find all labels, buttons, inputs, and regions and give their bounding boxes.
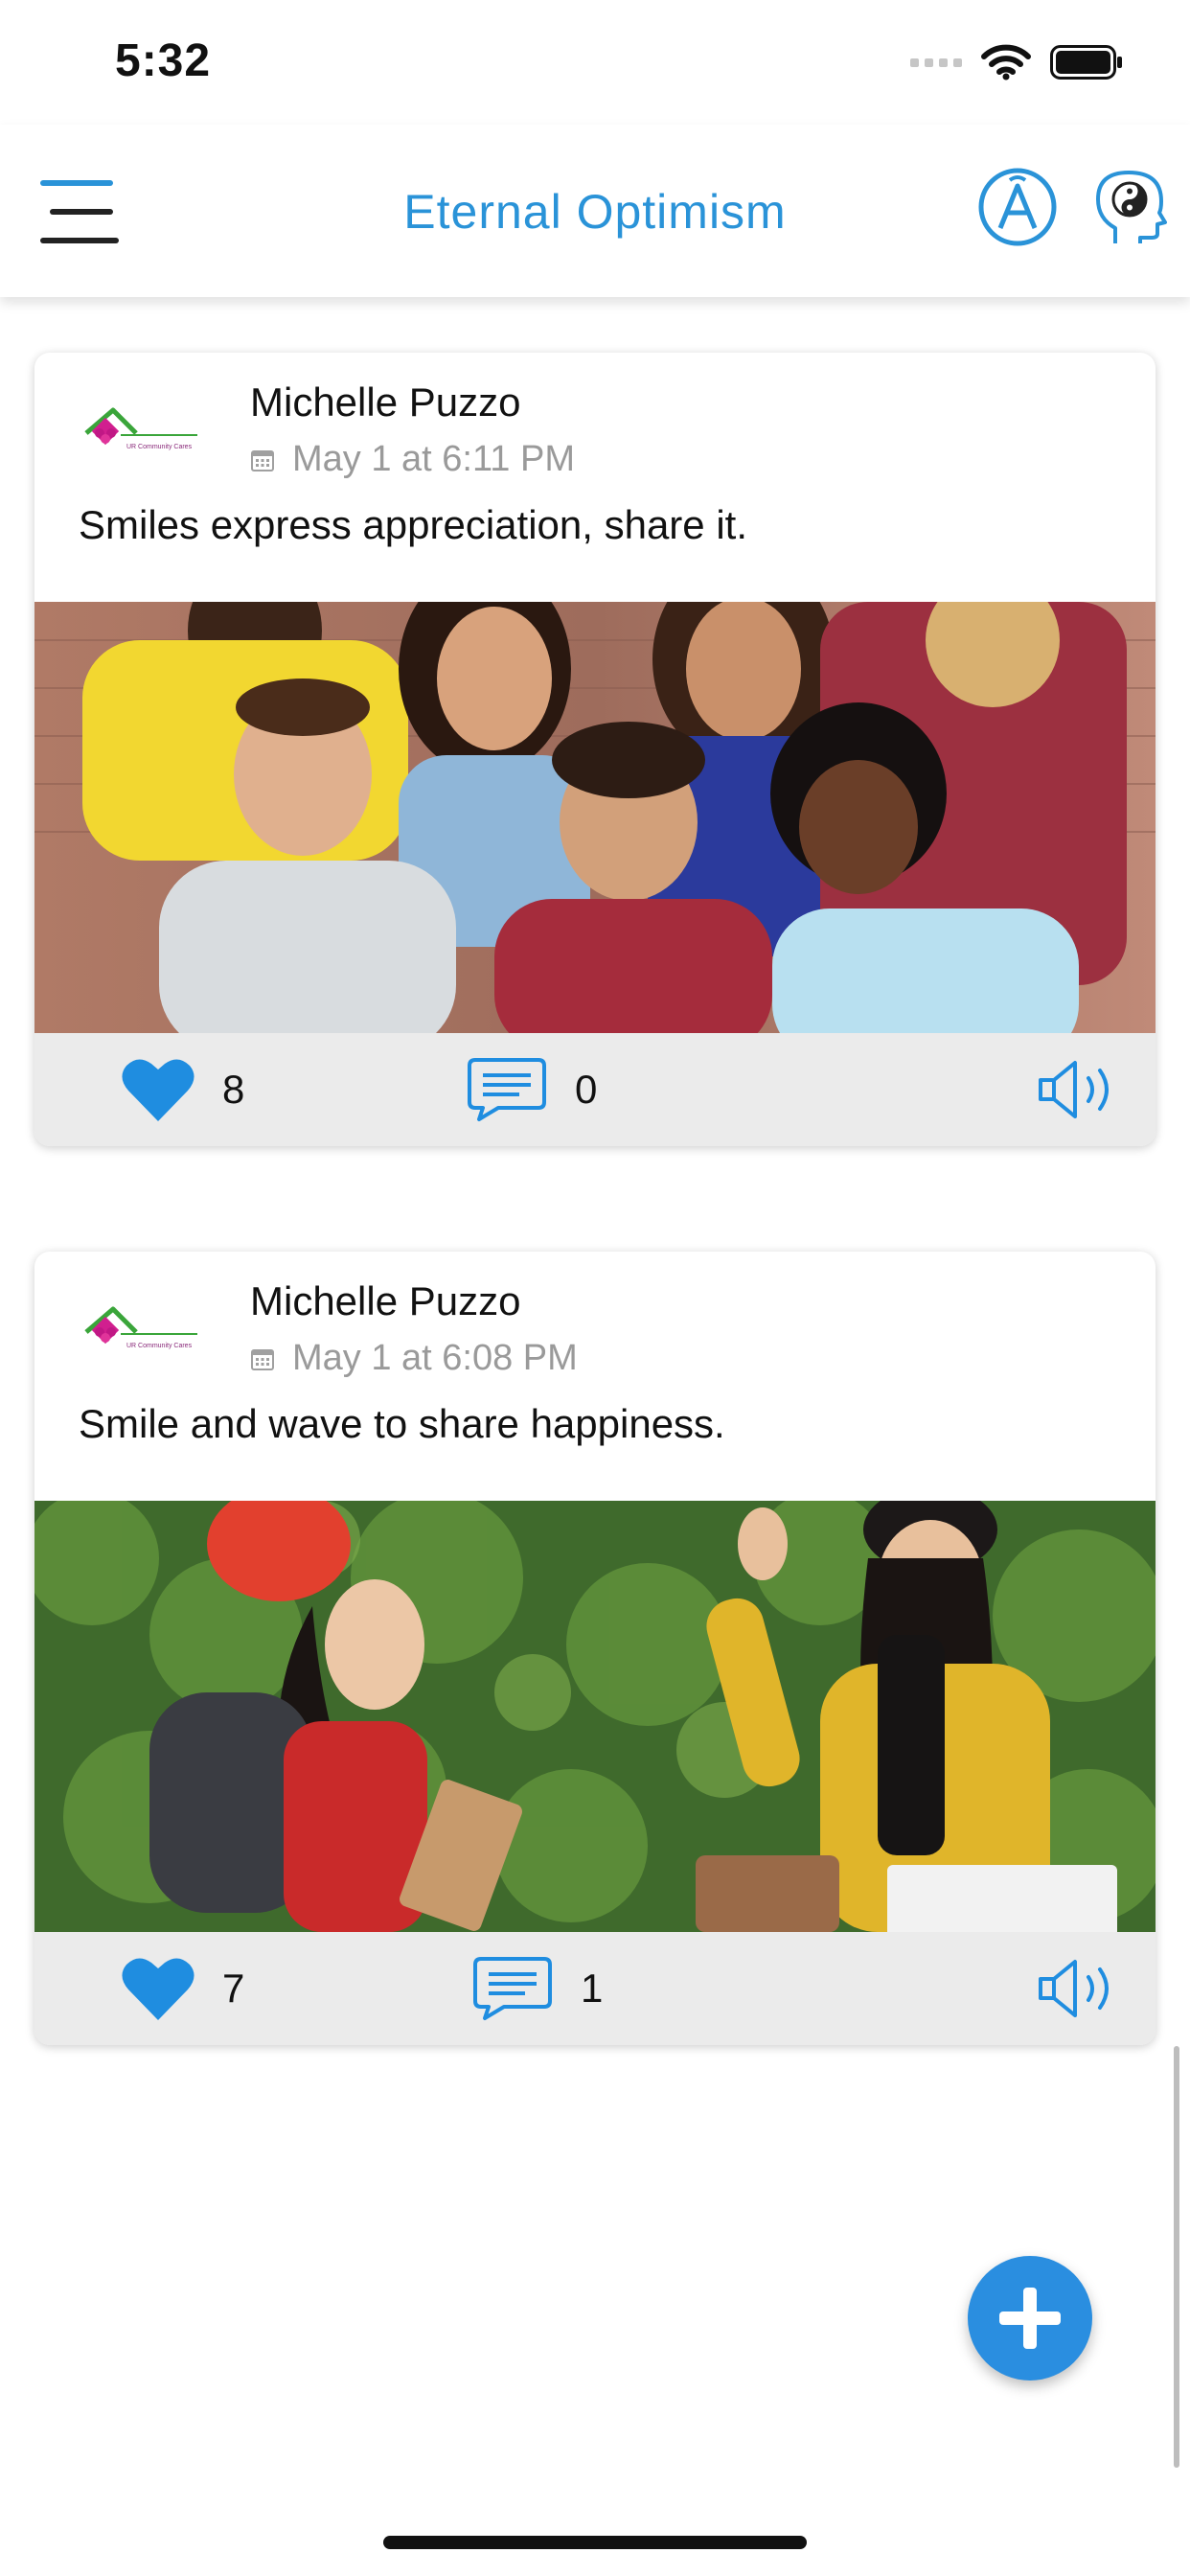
post-header: UR Community Cares Michelle Puzzo May 1 … (34, 1252, 1156, 1395)
post-header: UR Community Cares Michelle Puzzo May 1 … (34, 353, 1156, 496)
post-text: Smile and wave to share happiness. (79, 1401, 725, 1446)
speaker-button[interactable] (1037, 1932, 1125, 2045)
calendar-icon (251, 449, 274, 472)
comment-button[interactable]: 0 (466, 1033, 597, 1146)
head-yin-yang-icon[interactable] (1092, 167, 1169, 247)
post-author[interactable]: Michelle Puzzo (250, 1278, 520, 1324)
community-logo-icon: UR Community Cares (84, 407, 197, 450)
like-button[interactable]: 8 (121, 1033, 244, 1146)
post-card: UR Community Cares Michelle Puzzo May 1 … (34, 353, 1156, 1146)
app-header: Eternal Optimism (0, 125, 1190, 297)
calendar-icon (251, 1348, 274, 1370)
status-icons (910, 44, 1123, 80)
speaker-icon (1039, 1960, 1109, 2017)
svg-text:UR Community Cares: UR Community Cares (126, 444, 193, 450)
wifi-icon (981, 44, 1031, 80)
post-date: May 1 at 6:08 PM (292, 1338, 578, 1378)
comment-button[interactable]: 1 (471, 1932, 603, 2045)
like-button[interactable]: 7 (121, 1932, 244, 2045)
font-a-icon[interactable] (977, 167, 1058, 247)
comment-count: 0 (575, 1067, 598, 1112)
svg-text:UR Community Cares: UR Community Cares (126, 1343, 193, 1349)
heart-icon (122, 1958, 195, 2020)
like-count: 8 (222, 1067, 245, 1112)
post-image[interactable] (34, 602, 1156, 1033)
post-card: UR Community Cares Michelle Puzzo May 1 … (34, 1252, 1156, 2045)
post-image[interactable] (34, 1501, 1156, 1932)
status-time: 5:32 (115, 35, 212, 86)
speaker-button[interactable] (1037, 1033, 1125, 1146)
post-date-row: May 1 at 6:11 PM (250, 439, 575, 480)
speaker-icon (1039, 1061, 1109, 1118)
post-text: Smiles express appreciation, share it. (79, 502, 747, 547)
post-date: May 1 at 6:11 PM (292, 439, 575, 479)
scrollbar[interactable] (1174, 2046, 1179, 2468)
comment-icon (468, 1058, 546, 1121)
like-count: 7 (222, 1966, 245, 2011)
home-indicator[interactable] (383, 2536, 807, 2549)
status-bar: 5:32 (0, 0, 1190, 125)
battery-icon (1050, 45, 1122, 80)
post-author[interactable]: Michelle Puzzo (250, 380, 520, 426)
comment-icon (473, 1957, 552, 2020)
post-action-bar: 7 1 (34, 1932, 1156, 2045)
post-date-row: May 1 at 6:08 PM (250, 1338, 578, 1379)
heart-icon (122, 1059, 195, 1121)
signal-icon (910, 58, 962, 67)
post-action-bar: 8 0 (34, 1033, 1156, 1146)
add-post-button[interactable] (968, 2256, 1092, 2380)
community-logo-icon: UR Community Cares (84, 1306, 197, 1349)
comment-count: 1 (581, 1966, 604, 2011)
